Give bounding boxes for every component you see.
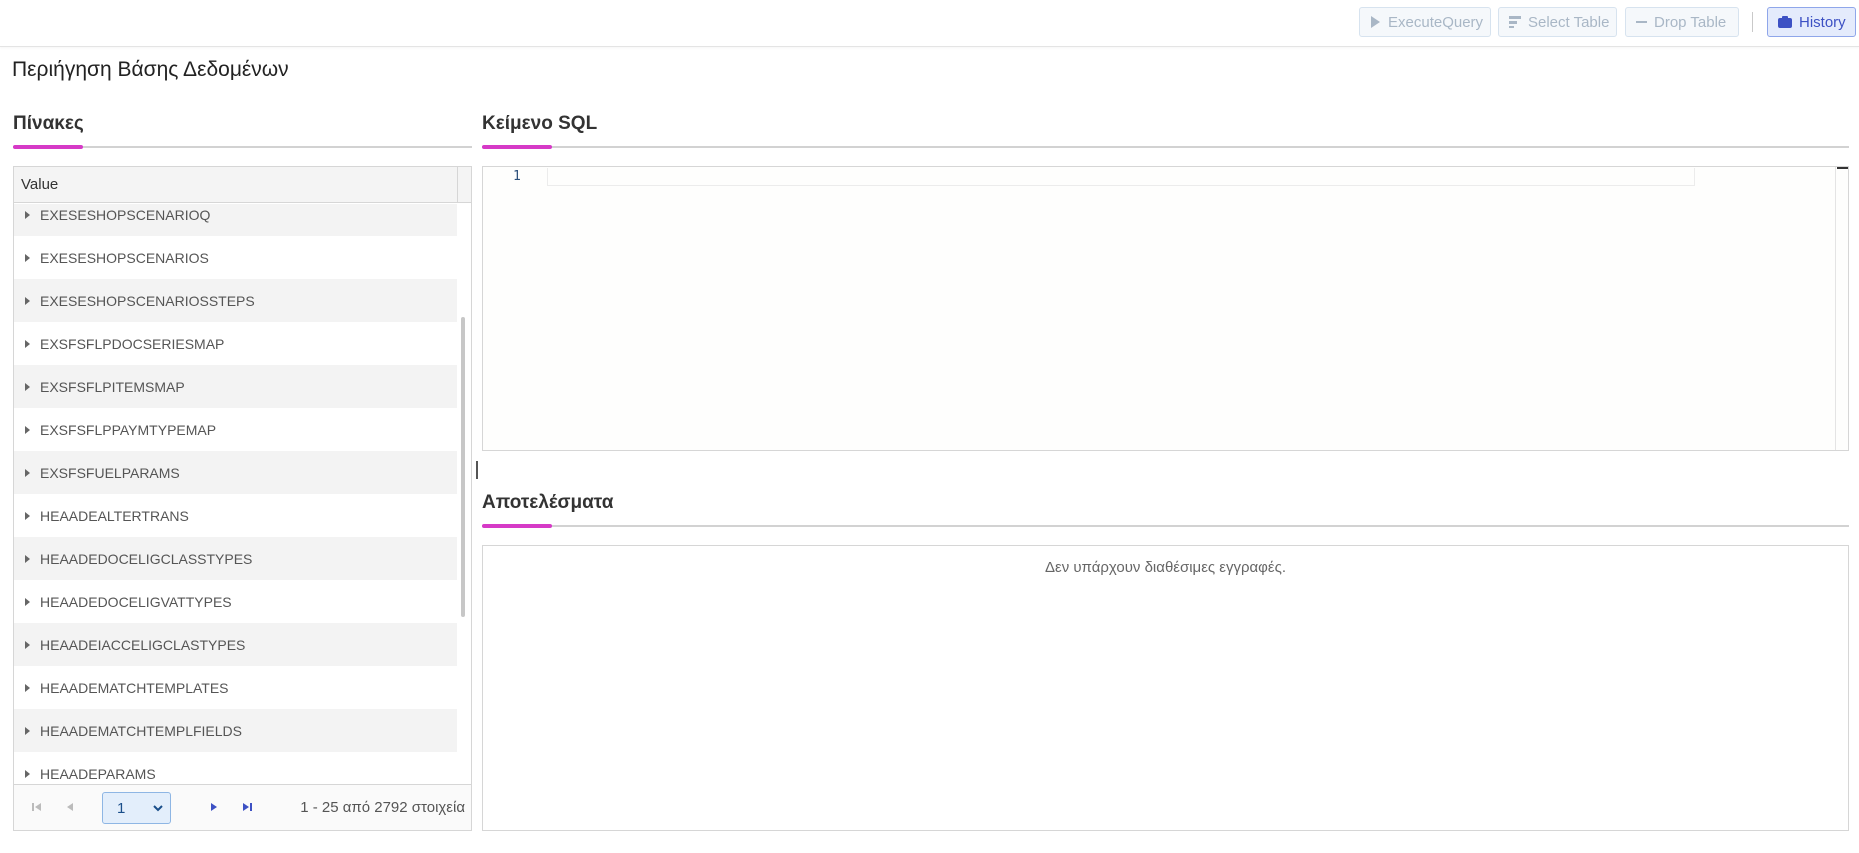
history-button[interactable]: History: [1767, 7, 1856, 37]
drop-table-button[interactable]: Drop Table: [1625, 7, 1739, 37]
table-row-label: EXSFSFLPPAYMTYPEMAP: [40, 421, 217, 438]
expand-caret-icon[interactable]: [25, 210, 30, 219]
current-line-highlight: [547, 168, 1695, 186]
table-row[interactable]: EXSFSFLPITEMSMAP: [14, 365, 457, 408]
table-row-label: HEAADEIACCELIGCLASTYPES: [40, 636, 246, 653]
table-row-label: EXESESHOPSCENARIOS: [40, 249, 209, 266]
table-row[interactable]: HEAADEDOCELIGCLASSTYPES: [14, 537, 457, 580]
results-section-divider: [482, 525, 1849, 527]
expand-caret-icon[interactable]: [25, 597, 30, 606]
expand-caret-icon[interactable]: [25, 640, 30, 649]
expand-caret-icon[interactable]: [25, 253, 30, 262]
history-icon: [1778, 16, 1792, 28]
expand-caret-icon[interactable]: [25, 382, 30, 391]
table-row[interactable]: EXSFSFLPPAYMTYPEMAP: [14, 408, 457, 451]
expand-caret-icon[interactable]: [25, 296, 30, 305]
tables-grid-header: Value: [14, 167, 471, 203]
table-row-label: HEAADEDOCELIGVATTYPES: [40, 593, 232, 610]
expand-caret-icon[interactable]: [25, 554, 30, 563]
tables-row-list: EXESESHOPSCENARIOQ EXESESHOPSCENARIOS EXES…: [14, 204, 457, 782]
page-title: Περιήγηση Βάσης Δεδομένων: [12, 58, 289, 81]
table-row-label: EXESESHOPSCENARIOQ: [40, 206, 211, 223]
next-page-icon[interactable]: [207, 800, 221, 814]
last-page-icon[interactable]: [240, 800, 254, 814]
sql-editor[interactable]: 1: [482, 166, 1849, 451]
table-row[interactable]: EXESESHOPSCENARIOS: [14, 236, 457, 279]
tables-grid: Value EXESESHOPSCENARIOQ EXESESHOPSCENARI…: [13, 166, 472, 831]
chevron-down-icon: [153, 805, 163, 812]
page-select-value: 1: [117, 799, 126, 817]
expand-caret-icon[interactable]: [25, 683, 30, 692]
sql-section-title: Κείμενο SQL: [482, 113, 598, 134]
table-row[interactable]: HEAADEMATCHTEMPLFIELDS: [14, 709, 457, 752]
tables-section-accent: [13, 145, 83, 149]
table-row[interactable]: EXSFSFLPDOCSERIESMAP: [14, 322, 457, 365]
sql-section-divider: [482, 146, 1849, 148]
table-row[interactable]: HEAADEMATCHTEMPLATES: [14, 666, 457, 709]
tables-scrollbar[interactable]: [461, 317, 465, 617]
pane-splitter[interactable]: [476, 461, 478, 479]
table-row[interactable]: HEAADEDOCELIGVATTYPES: [14, 580, 457, 623]
expand-caret-icon[interactable]: [25, 726, 30, 735]
first-page-icon[interactable]: [30, 800, 44, 814]
value-column-header[interactable]: Value: [21, 176, 58, 193]
play-icon: [1371, 16, 1380, 28]
page-select[interactable]: 1: [102, 792, 171, 824]
table-row[interactable]: HEAADEIACCELIGCLASTYPES: [14, 623, 457, 666]
table-row-label: EXSFSFUELPARAMS: [40, 464, 180, 481]
table-row[interactable]: HEAADEALTERTRANS: [14, 494, 457, 537]
line-number: 1: [513, 169, 521, 184]
expand-caret-icon[interactable]: [25, 769, 30, 778]
tables-section-title: Πίνακες: [13, 113, 84, 134]
table-row-label: HEAADEMATCHTEMPLATES: [40, 679, 229, 696]
tables-grid-body: EXESESHOPSCENARIOQ EXESESHOPSCENARIOS EXES…: [14, 204, 457, 782]
results-grid: Δεν υπάρχουν διαθέσιμες εγγραφές.: [482, 545, 1849, 831]
table-row[interactable]: EXSFSFUELPARAMS: [14, 451, 457, 494]
expand-caret-icon[interactable]: [25, 511, 30, 520]
results-section-accent: [482, 524, 552, 528]
history-label: History: [1799, 13, 1846, 31]
table-row[interactable]: HEAADEPARAMS: [14, 752, 457, 782]
minus-icon: [1636, 21, 1647, 23]
drop-table-label: Drop Table: [1654, 13, 1727, 31]
toolbar-divider: [1752, 12, 1753, 32]
expand-caret-icon[interactable]: [25, 425, 30, 434]
table-row-label: EXSFSFLPDOCSERIESMAP: [40, 335, 225, 352]
execute-query-button[interactable]: ExecuteQuery: [1359, 7, 1491, 37]
no-records-message: Δεν υπάρχουν διαθέσιμες εγγραφές.: [1044, 559, 1286, 576]
table-row[interactable]: EXESESHOPSCENARIOSSTEPS: [14, 279, 457, 322]
select-table-label: Select Table: [1528, 13, 1610, 31]
results-section-title: Αποτελέσματα: [482, 492, 614, 513]
select-table-icon: [1509, 16, 1521, 28]
select-table-button[interactable]: Select Table: [1498, 7, 1617, 37]
execute-query-label: ExecuteQuery: [1388, 13, 1484, 31]
table-row-label: HEAADEPARAMS: [40, 765, 156, 782]
expand-caret-icon[interactable]: [25, 339, 30, 348]
sql-section-accent: [482, 145, 552, 149]
table-row[interactable]: EXESESHOPSCENARIOQ: [14, 204, 457, 236]
table-row-label: EXSFSFLPITEMSMAP: [40, 378, 185, 395]
column-separator: [457, 167, 458, 202]
table-row-label: EXESESHOPSCENARIOSSTEPS: [40, 292, 255, 309]
table-row-label: HEAADEMATCHTEMPLFIELDS: [40, 722, 242, 739]
previous-page-icon[interactable]: [63, 800, 77, 814]
expand-caret-icon[interactable]: [25, 468, 30, 477]
editor-scrollbar[interactable]: [1835, 167, 1848, 450]
top-toolbar: ExecuteQuery Select Table Drop Table His…: [0, 0, 1859, 47]
tables-pager: 1 1 - 25 από 2792 στοιχεία: [14, 784, 471, 830]
pager-info: 1 - 25 από 2792 στοιχεία: [300, 799, 465, 816]
table-row-label: HEAADEDOCELIGCLASSTYPES: [40, 550, 253, 567]
table-row-label: HEAADEALTERTRANS: [40, 507, 189, 524]
